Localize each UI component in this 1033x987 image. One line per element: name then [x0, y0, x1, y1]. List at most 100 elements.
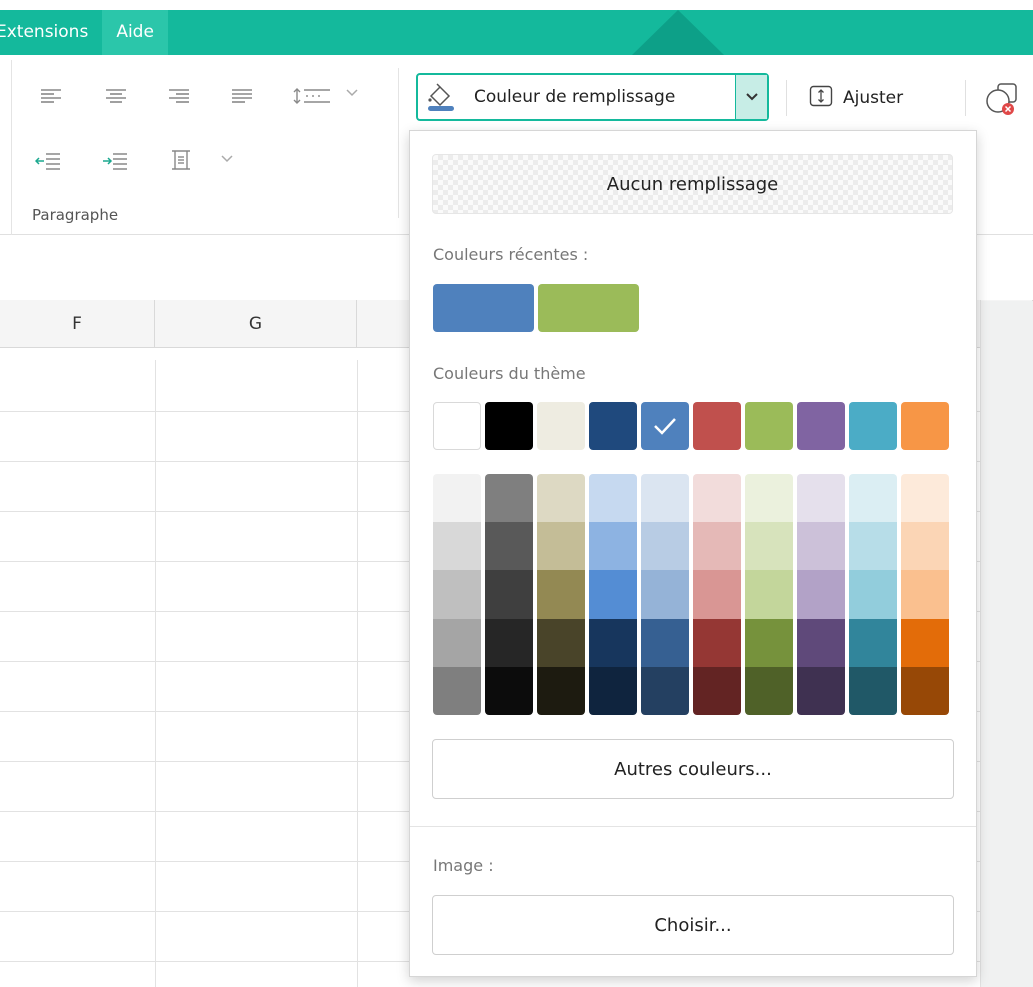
shade-color-swatch[interactable] [849, 474, 897, 523]
shade-color-swatch[interactable] [745, 474, 793, 523]
shade-color-swatch[interactable] [849, 666, 897, 715]
theme-color-swatch[interactable] [485, 402, 533, 450]
shade-color-swatch[interactable] [433, 522, 481, 571]
decrease-indent-icon[interactable] [30, 148, 66, 174]
shade-color-swatch[interactable] [745, 522, 793, 571]
adjust-label: Ajuster [843, 88, 904, 108]
line-spacing-icon[interactable] [290, 83, 334, 109]
spreadsheet-window: Extensions Aide Paragraphe Couleur de re… [0, 0, 1033, 987]
more-colors-button[interactable]: Autres couleurs... [432, 739, 954, 799]
shade-color-swatch[interactable] [849, 618, 897, 667]
shade-color-swatch[interactable] [485, 618, 533, 667]
align-center-icon[interactable] [101, 83, 131, 109]
theme-colors-row [433, 402, 949, 450]
align-right-icon[interactable] [164, 83, 194, 109]
shade-color-swatch[interactable] [485, 522, 533, 571]
vertical-align-chevron-down-icon[interactable] [221, 153, 233, 166]
shade-color-swatch[interactable] [901, 618, 949, 667]
theme-color-swatch[interactable] [849, 402, 897, 450]
theme-colors-label: Couleurs du thème [433, 364, 586, 383]
shade-color-swatch[interactable] [797, 618, 845, 667]
recent-colors-row [433, 284, 639, 332]
no-fill-button[interactable]: Aucun remplissage [432, 154, 953, 214]
shade-color-swatch[interactable] [641, 570, 689, 619]
fill-color-button[interactable]: Couleur de remplissage [416, 73, 769, 121]
shade-color-swatch[interactable] [797, 570, 845, 619]
shade-color-swatch[interactable] [693, 618, 741, 667]
theme-color-swatch[interactable] [693, 402, 741, 450]
shade-color-swatch[interactable] [797, 522, 845, 571]
shape-delete-icon[interactable] [984, 82, 1024, 118]
shade-color-swatch[interactable] [745, 570, 793, 619]
vertical-align-icon[interactable] [166, 146, 196, 174]
shade-color-swatch[interactable] [693, 474, 741, 523]
fill-color-chevron-down-icon[interactable] [735, 75, 767, 119]
shade-color-swatch[interactable] [641, 474, 689, 523]
shade-color-swatch[interactable] [589, 618, 637, 667]
grid-right-area [980, 301, 1033, 987]
recent-color-swatch[interactable] [538, 284, 639, 332]
recent-color-swatch[interactable] [433, 284, 534, 332]
checkmark-icon [654, 418, 676, 435]
shade-column [433, 474, 481, 715]
shade-color-swatch[interactable] [589, 570, 637, 619]
shade-color-swatch[interactable] [901, 474, 949, 523]
column-header-f[interactable]: F [0, 300, 155, 348]
shade-column [589, 474, 637, 715]
column-header-g[interactable]: G [155, 300, 357, 348]
shade-color-swatch[interactable] [797, 474, 845, 523]
theme-color-swatch[interactable] [641, 402, 689, 450]
shade-color-swatch[interactable] [589, 666, 637, 715]
shade-column [849, 474, 897, 715]
shade-color-swatch[interactable] [589, 474, 637, 523]
image-label: Image : [433, 856, 494, 875]
shade-color-swatch[interactable] [693, 570, 741, 619]
shade-color-swatch[interactable] [901, 666, 949, 715]
shade-color-swatch[interactable] [745, 666, 793, 715]
menu-item-aide[interactable]: Aide [102, 10, 168, 55]
shade-color-swatch[interactable] [849, 570, 897, 619]
toolbar-separator [786, 80, 787, 116]
shade-color-swatch[interactable] [537, 666, 585, 715]
theme-color-swatch[interactable] [797, 402, 845, 450]
shade-color-swatch[interactable] [641, 666, 689, 715]
shade-color-swatch[interactable] [797, 666, 845, 715]
adjust-button[interactable]: Ajuster [809, 80, 903, 116]
shade-color-swatch[interactable] [537, 474, 585, 523]
shade-color-swatch[interactable] [433, 666, 481, 715]
shade-color-swatch[interactable] [589, 522, 637, 571]
shade-color-swatch[interactable] [537, 570, 585, 619]
theme-color-swatch[interactable] [589, 402, 637, 450]
line-spacing-chevron-down-icon[interactable] [346, 87, 358, 100]
increase-indent-icon[interactable] [97, 148, 133, 174]
shade-color-swatch[interactable] [537, 522, 585, 571]
shade-color-swatch[interactable] [901, 522, 949, 571]
shade-color-swatch[interactable] [641, 618, 689, 667]
shade-color-swatch[interactable] [485, 474, 533, 523]
align-left-icon[interactable] [36, 83, 66, 109]
shade-color-swatch[interactable] [485, 666, 533, 715]
choose-image-button[interactable]: Choisir... [432, 895, 954, 955]
shade-color-swatch[interactable] [901, 570, 949, 619]
shade-color-swatch[interactable] [433, 618, 481, 667]
theme-color-swatch[interactable] [433, 402, 481, 450]
shade-color-swatch[interactable] [537, 618, 585, 667]
theme-color-swatch[interactable] [745, 402, 793, 450]
shade-color-swatch[interactable] [849, 522, 897, 571]
shade-color-swatch[interactable] [641, 522, 689, 571]
shade-column [485, 474, 533, 715]
shade-color-swatch[interactable] [693, 666, 741, 715]
theme-color-swatch[interactable] [901, 402, 949, 450]
shade-color-swatch[interactable] [485, 570, 533, 619]
shade-color-swatch[interactable] [693, 522, 741, 571]
theme-color-swatch[interactable] [537, 402, 585, 450]
menu-item-extensions[interactable]: Extensions [0, 10, 102, 55]
fill-color-dropdown: Aucun remplissage Couleurs récentes : Co… [409, 130, 977, 977]
shade-color-swatch[interactable] [745, 618, 793, 667]
toolbar-separator [965, 80, 966, 116]
justify-icon[interactable] [227, 83, 257, 109]
shade-color-swatch[interactable] [433, 570, 481, 619]
shade-color-swatch[interactable] [433, 474, 481, 523]
menu-bar: Extensions Aide [0, 0, 1033, 55]
grid-column-line [155, 360, 156, 987]
